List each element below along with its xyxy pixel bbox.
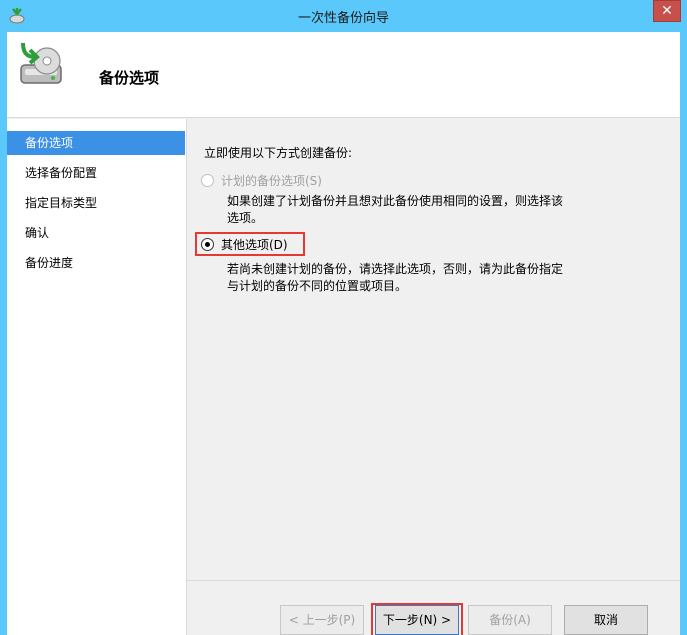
- backup-button[interactable]: 备份(A): [468, 605, 552, 635]
- close-button[interactable]: ✕: [653, 0, 681, 22]
- scheduled-backup-option[interactable]: 计划的备份选项(S): [201, 170, 322, 190]
- page-title: 备份选项: [99, 69, 160, 87]
- nav-item-backup-progress[interactable]: 备份进度: [7, 251, 185, 275]
- other-option-label: 其他选项(D): [221, 237, 288, 252]
- main-panel: 立即使用以下方式创建备份: 计划的备份选项(S) 如果创建了计划备份并且想对此备…: [187, 119, 680, 635]
- scheduled-backup-radio[interactable]: [201, 173, 214, 187]
- scheduled-backup-description: 如果创建了计划备份并且想对此备份使用相同的设置，则选择该选项。: [227, 194, 564, 225]
- cancel-button[interactable]: 取消: [564, 605, 648, 635]
- client-area: 备份选项 备份选项 选择备份配置 指定目标类型 确认 备份进度 立即使用以下方式…: [7, 32, 680, 635]
- close-icon: ✕: [661, 3, 673, 19]
- header-banner: 备份选项: [7, 32, 680, 118]
- other-option-description: 若尚未创建计划的备份，请选择此选项，否则，请为此备份指定与计划的备份不同的位置或…: [227, 262, 564, 293]
- footer-divider: [187, 580, 680, 581]
- other-option-radio[interactable]: [201, 237, 214, 251]
- nav-item-destination-type[interactable]: 指定目标类型: [7, 191, 185, 215]
- nav-item-confirmation[interactable]: 确认: [7, 221, 185, 245]
- next-button[interactable]: 下一步(N) >: [375, 605, 459, 635]
- window-title: 一次性备份向导: [297, 11, 389, 26]
- options-prompt: 立即使用以下方式创建备份:: [204, 146, 353, 160]
- wizard-window: 一次性备份向导 ✕ 备份选项 备份选项 选择备份配置 指定目标类型 确认 备份进…: [0, 0, 687, 635]
- title-bar[interactable]: 一次性备份向导 ✕: [0, 0, 687, 32]
- nav-item-backup-options[interactable]: 备份选项: [7, 131, 185, 155]
- backup-disk-icon: [20, 42, 62, 84]
- scheduled-backup-label: 计划的备份选项(S): [221, 173, 322, 188]
- prev-button[interactable]: < 上一步(P): [280, 605, 364, 635]
- nav-item-select-backup-config[interactable]: 选择备份配置: [7, 161, 185, 185]
- other-option[interactable]: 其他选项(D): [201, 234, 288, 254]
- wizard-steps-nav: 备份选项 选择备份配置 指定目标类型 确认 备份进度: [7, 119, 187, 635]
